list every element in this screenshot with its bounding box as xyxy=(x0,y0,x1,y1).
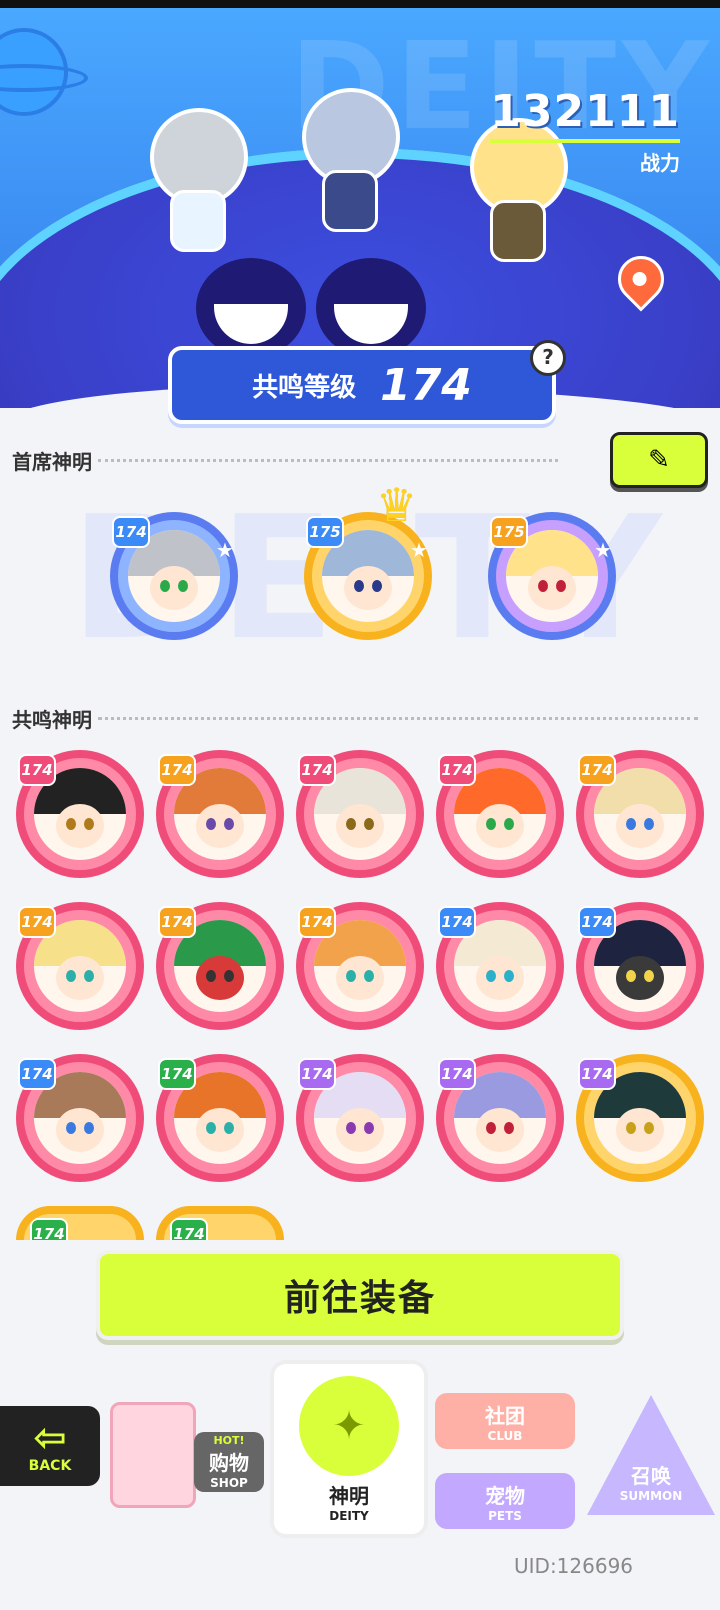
back-button[interactable]: ⇦ BACK xyxy=(0,1406,100,1486)
level-badge: 174 xyxy=(30,1218,68,1240)
combat-power-underline xyxy=(490,139,680,143)
resonance-deity-card-partial[interactable]: 174 xyxy=(16,1206,144,1240)
level-badge: 174 xyxy=(438,754,476,786)
level-badge: 174 xyxy=(578,1058,616,1090)
crown-icon: ♛ xyxy=(376,478,418,532)
go-equip-button[interactable]: 前往装备 xyxy=(96,1250,624,1340)
deity-label-cn: 神明 xyxy=(329,1483,369,1508)
lead-deities-title: 首席神明 xyxy=(12,450,92,474)
resonance-deity-card[interactable]: 174 xyxy=(576,1054,704,1182)
resonance-deity-card[interactable]: 174 xyxy=(436,1054,564,1182)
summon-button[interactable]: 召唤 SUMMON xyxy=(586,1370,716,1540)
back-label: BACK xyxy=(28,1458,72,1474)
summon-label: 召唤 SUMMON xyxy=(586,1460,716,1503)
help-icon[interactable]: ? xyxy=(530,340,566,376)
team-character-2[interactable] xyxy=(292,88,402,238)
resonance-deity-card[interactable]: 174 xyxy=(436,902,564,1030)
resonance-deity-card[interactable]: 174 xyxy=(436,750,564,878)
combat-power: 132111 战力 xyxy=(490,86,680,176)
pets-pill: 宠物 PETS xyxy=(435,1473,575,1529)
level-badge: 174 xyxy=(170,1218,208,1240)
resonance-deity-card[interactable]: 174 xyxy=(576,750,704,878)
combat-power-value: 132111 xyxy=(490,86,680,137)
level-badge: 174 xyxy=(578,906,616,938)
level-badge: 174 xyxy=(158,906,196,938)
pets-label-cn: 宠物 xyxy=(485,1483,525,1508)
resonance-deity-card[interactable]: 174 xyxy=(296,750,424,878)
level-badge: 175 xyxy=(490,516,528,548)
resonance-deity-card-partial[interactable]: 174 xyxy=(156,1206,284,1240)
section-divider xyxy=(98,459,558,462)
level-badge: 174 xyxy=(298,906,336,938)
pets-label-en: PETS xyxy=(488,1508,522,1523)
deity-tab-button[interactable]: ✦ 神明 DEITY xyxy=(270,1360,428,1538)
level-badge: 174 xyxy=(158,754,196,786)
shop-label-cn: 购物 xyxy=(209,1451,249,1475)
resonance-deity-card[interactable]: 174 xyxy=(16,1054,144,1182)
level-badge: 174 xyxy=(438,1058,476,1090)
lead-deities-header: 首席神明 xyxy=(12,446,558,475)
deity-label-en: DEITY xyxy=(329,1508,369,1523)
level-badge: 174 xyxy=(578,754,616,786)
summon-label-cn: 召唤 xyxy=(631,1464,671,1488)
section-divider xyxy=(98,717,698,720)
globe-eye-right xyxy=(316,258,426,358)
user-id: UID:126696 xyxy=(514,1554,634,1578)
pets-button[interactable]: 宠物 PETS xyxy=(430,1466,580,1536)
resonance-deity-card[interactable]: 174 xyxy=(16,750,144,878)
shop-button[interactable]: HOT! 购物 SHOP xyxy=(100,1380,270,1530)
lead-deity-card-1[interactable]: 174 ★ xyxy=(110,512,238,640)
shop-label-en: SHOP xyxy=(210,1476,248,1490)
resonance-deity-card[interactable]: 174 xyxy=(16,902,144,1030)
resonance-deities-title: 共鸣神明 xyxy=(12,708,92,732)
resonance-level-value: 174 xyxy=(380,359,472,411)
team-character-1[interactable] xyxy=(140,108,250,258)
level-badge: 174 xyxy=(112,516,150,548)
club-label-en: CLUB xyxy=(487,1428,523,1443)
club-pill: 社团 CLUB xyxy=(435,1393,575,1449)
club-label-cn: 社团 xyxy=(485,1403,525,1428)
level-badge: 174 xyxy=(18,1058,56,1090)
resonance-deity-card[interactable]: 174 xyxy=(156,1054,284,1182)
resonance-deity-card[interactable]: 174 xyxy=(156,750,284,878)
summon-label-en: SUMMON xyxy=(619,1489,683,1503)
resonance-level-panel: 共鸣等级 174 xyxy=(168,346,556,424)
status-bar xyxy=(0,0,720,8)
resonance-deities-header: 共鸣神明 xyxy=(12,704,698,733)
planet-ring xyxy=(0,64,88,92)
lead-deity-card-3[interactable]: 175 ★ xyxy=(488,512,616,640)
resonance-deity-card[interactable]: 174 xyxy=(296,902,424,1030)
deity-mascot-icon: ✦ xyxy=(299,1375,399,1476)
shop-label-box: HOT! 购物 SHOP xyxy=(194,1432,264,1492)
resonance-deity-card[interactable]: 174 xyxy=(156,902,284,1030)
shop-hot-tag: HOT! xyxy=(213,1434,245,1447)
level-badge: 174 xyxy=(18,906,56,938)
level-badge: 174 xyxy=(158,1058,196,1090)
globe-eye-left xyxy=(196,258,306,358)
combat-power-label: 战力 xyxy=(640,151,680,175)
star-icon: ★ xyxy=(410,538,428,562)
resonance-deity-card[interactable]: 174 xyxy=(296,1054,424,1182)
pencil-icon: ✎ xyxy=(648,445,670,475)
level-badge: 174 xyxy=(18,754,56,786)
vending-machine-icon xyxy=(110,1402,196,1508)
club-button[interactable]: 社团 CLUB xyxy=(430,1386,580,1456)
level-badge: 175 xyxy=(306,516,344,548)
star-icon: ★ xyxy=(594,538,612,562)
back-arrow-icon: ⇦ xyxy=(33,1415,67,1461)
level-badge: 174 xyxy=(298,754,336,786)
resonance-deity-card[interactable]: 174 xyxy=(576,902,704,1030)
resonance-level-label: 共鸣等级 xyxy=(252,372,357,403)
star-icon: ★ xyxy=(216,538,234,562)
level-badge: 174 xyxy=(298,1058,336,1090)
level-badge: 174 xyxy=(438,906,476,938)
